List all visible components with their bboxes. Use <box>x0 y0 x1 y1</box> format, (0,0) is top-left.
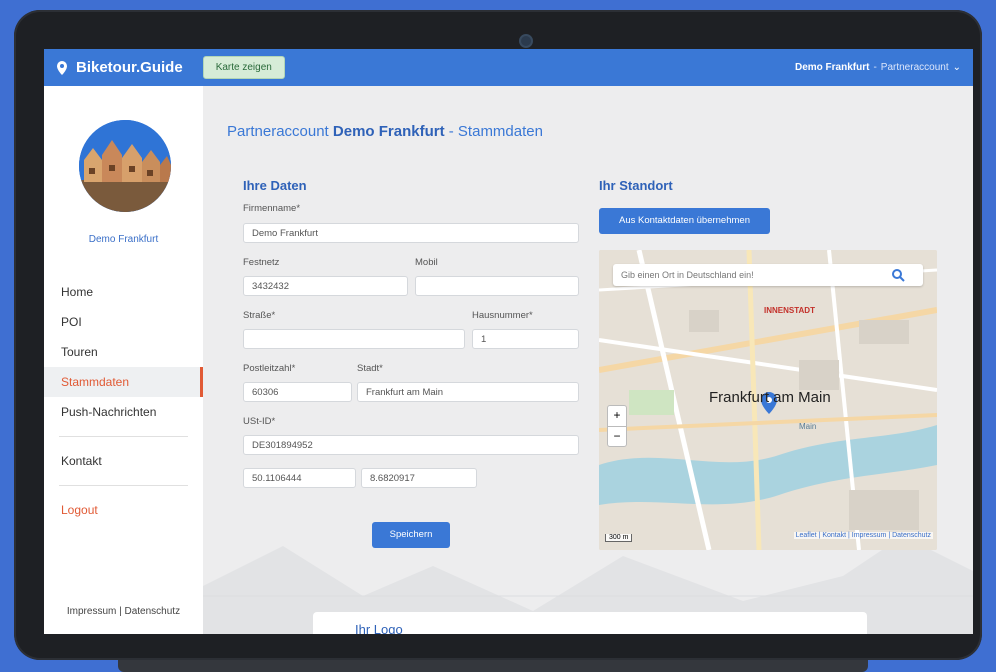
chevron-down-icon: ⌄ <box>952 62 961 73</box>
hausnummer-input[interactable]: 1 <box>472 329 579 349</box>
stadt-input[interactable]: Frankfurt am Main <box>357 382 579 402</box>
show-map-button[interactable]: Karte zeigen <box>202 56 285 79</box>
app-window: Biketour.Guide Karte zeigen Demo Frankfu… <box>44 49 973 634</box>
ust-label: USt-ID* <box>243 416 276 427</box>
sidebar-item-poi[interactable]: POI <box>44 307 203 337</box>
account-separator: - <box>873 62 877 73</box>
location-pin-icon <box>57 60 67 75</box>
sidebar: Demo Frankfurt Home POI Touren Stammdate… <box>44 86 203 634</box>
hausnummer-label: Hausnummer* <box>472 310 533 321</box>
avatar-image <box>79 120 171 212</box>
divider <box>59 436 188 437</box>
avatar-name: Demo Frankfurt <box>88 234 159 245</box>
copy-from-contact-button[interactable]: Aus Kontaktdaten übernehmen <box>599 208 770 234</box>
section-title-location: Ihr Standort <box>599 178 673 193</box>
avatar <box>79 120 171 212</box>
location-map[interactable]: Gib einen Ort in Deutschland ein! Frankf… <box>599 250 937 550</box>
sidebar-item-home[interactable]: Home <box>44 277 203 307</box>
sidebar-nav: Home POI Touren Stammdaten Push-Nachrich… <box>44 277 203 525</box>
account-name: Demo Frankfurt <box>794 62 870 73</box>
latitude-input[interactable]: 50.1106444 <box>243 468 356 488</box>
mobil-label: Mobil <box>415 257 438 268</box>
map-district-label: INNENSTADT <box>764 306 815 315</box>
longitude-input[interactable]: 8.6820917 <box>361 468 477 488</box>
top-navbar: Biketour.Guide Karte zeigen Demo Frankfu… <box>44 49 973 86</box>
section-title-data: Ihre Daten <box>243 178 307 193</box>
sidebar-item-kontakt[interactable]: Kontakt <box>44 446 203 476</box>
plz-input[interactable]: 60306 <box>243 382 352 402</box>
strasse-input[interactable] <box>243 329 465 349</box>
divider <box>59 485 188 486</box>
ust-input[interactable]: DE301894952 <box>243 435 579 455</box>
firmenname-label: Firmenname* <box>243 203 301 214</box>
brand-logo[interactable]: Biketour.Guide <box>54 59 183 76</box>
sidebar-footer-links[interactable]: Impressum | Datenschutz <box>44 606 203 617</box>
festnetz-label: Festnetz <box>243 257 280 268</box>
mobil-input[interactable] <box>415 276 579 296</box>
sidebar-item-touren[interactable]: Touren <box>44 337 203 367</box>
sidebar-item-stammdaten[interactable]: Stammdaten <box>44 367 203 397</box>
zoom-out-button[interactable]: − <box>608 426 626 447</box>
camera-icon <box>519 34 533 48</box>
stadt-label: Stadt* <box>357 363 383 374</box>
laptop-base <box>118 660 868 672</box>
zoom-in-button[interactable]: + <box>608 406 626 426</box>
map-scale: 300 m <box>605 534 633 542</box>
save-button[interactable]: Speichern <box>372 522 450 548</box>
logo-card: Ihr Logo <box>313 612 867 634</box>
strasse-label: Straße* <box>243 310 276 321</box>
search-icon[interactable] <box>891 268 905 282</box>
firmenname-input[interactable]: Demo Frankfurt <box>243 223 579 243</box>
page-title: Partneraccount Demo Frankfurt - Stammdat… <box>227 123 543 140</box>
title-suffix: - Stammdaten <box>444 123 543 140</box>
logout-link[interactable]: Logout <box>44 495 203 525</box>
map-zoom-control: + − <box>607 405 627 447</box>
main-content: Partneraccount Demo Frankfurt - Stammdat… <box>203 86 973 634</box>
logo-section-title: Ihr Logo <box>355 622 403 634</box>
map-attribution[interactable]: Leaflet | Kontakt | Impressum | Datensch… <box>793 532 933 539</box>
account-type: Partneraccount <box>880 62 949 73</box>
sidebar-item-push[interactable]: Push-Nachrichten <box>44 397 203 427</box>
festnetz-input[interactable]: 3432432 <box>243 276 408 296</box>
brand-name: Biketour.Guide <box>76 59 183 76</box>
map-river-label: Main <box>799 422 817 431</box>
map-city-label: Frankfurt am Main <box>709 389 831 406</box>
title-account-name: Demo Frankfurt <box>332 123 445 140</box>
title-prefix: Partneraccount <box>227 123 333 140</box>
plz-label: Postleitzahl* <box>243 363 296 374</box>
account-menu[interactable]: Demo Frankfurt - Partneraccount ⌄ <box>795 62 961 73</box>
map-search-input[interactable]: Gib einen Ort in Deutschland ein! <box>613 264 923 286</box>
